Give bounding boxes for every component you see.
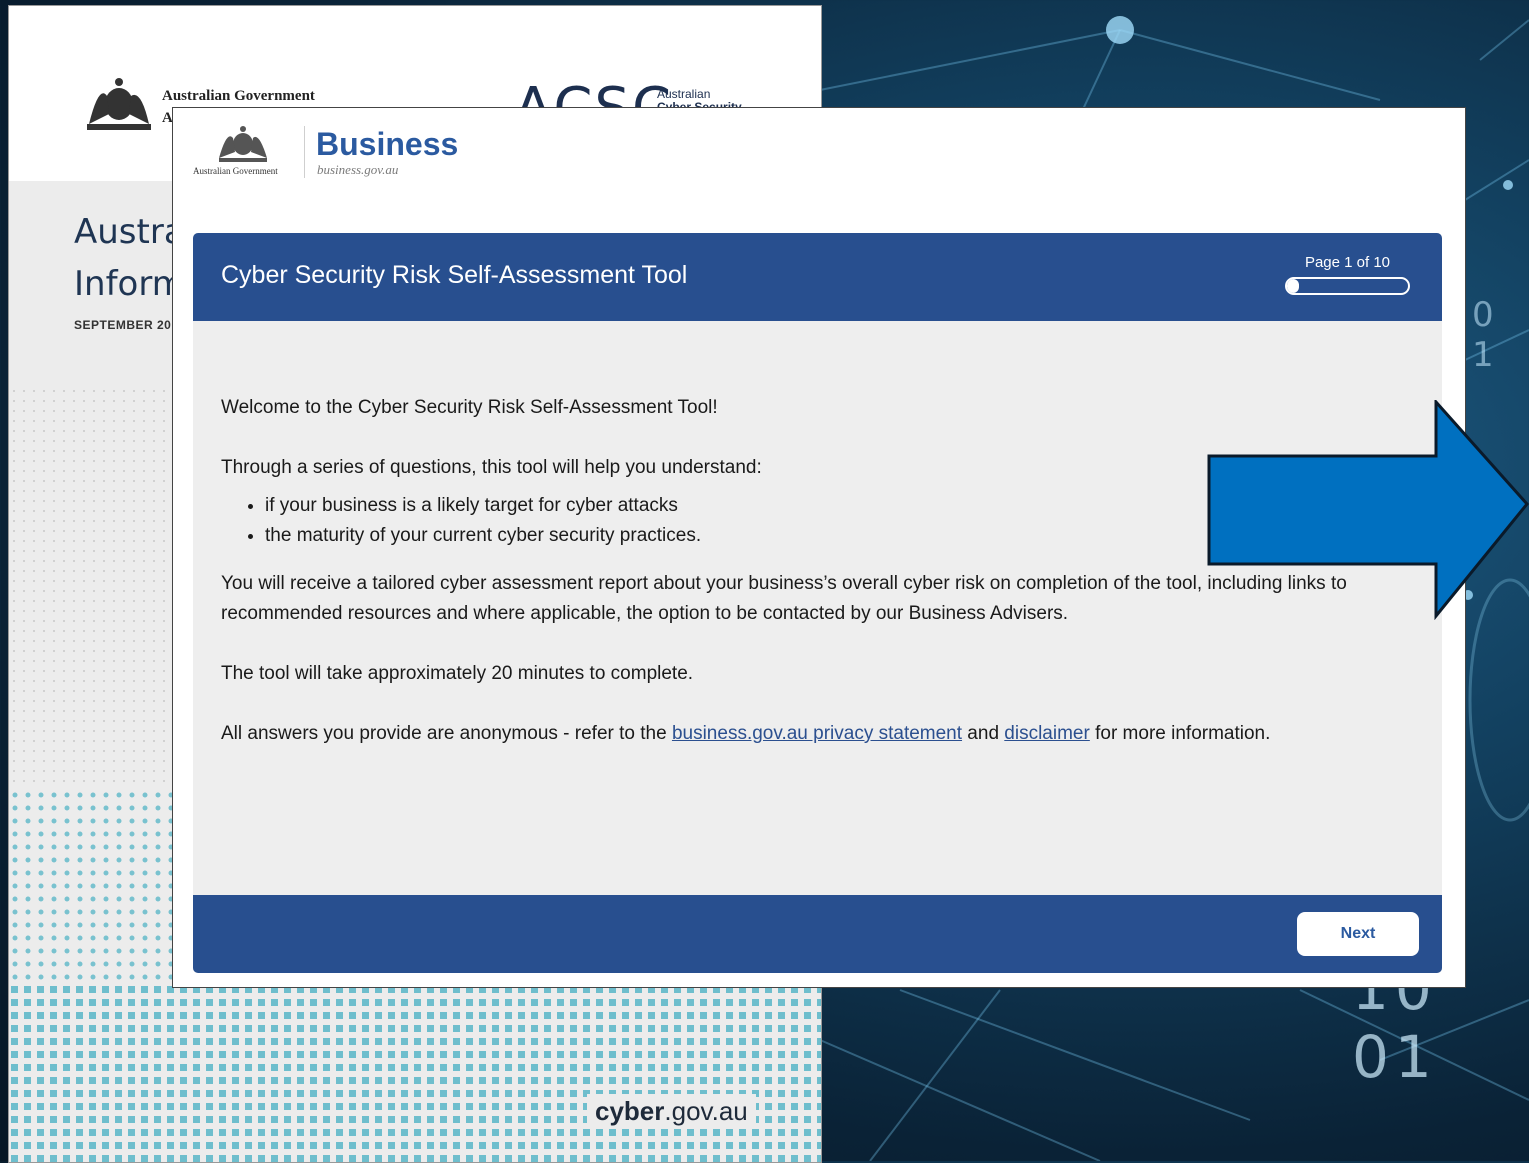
document-gov-label: Australian Government [162, 88, 315, 104]
coat-of-arms-small-icon [219, 126, 267, 162]
privacy-statement-link[interactable]: business.gov.au privacy statement [672, 723, 962, 744]
background-digits-top: 0 1 [1472, 295, 1500, 375]
cyber-logo-domain: .gov.au [664, 1096, 748, 1126]
right-arrow-icon [1207, 400, 1529, 620]
brand-divider [304, 126, 305, 178]
brand-gov-label: Australian Government [193, 166, 278, 176]
document-title: Austra Inform [74, 206, 185, 310]
page-progress: Page 1 of 10 [1285, 254, 1410, 295]
document-title-line1: Austra [74, 212, 185, 252]
privacy-suffix: for more information. [1089, 723, 1271, 744]
progress-bar-fill [1287, 279, 1300, 293]
document-title-line2: Inform [74, 264, 185, 304]
business-gov-logo: Australian Government Business business.… [193, 122, 493, 186]
cyber-gov-logo: cyber.gov.au [587, 1094, 756, 1129]
brand-url: business.gov.au [317, 162, 399, 177]
privacy-text: All answers you provide are anonymous - … [221, 719, 1421, 749]
tool-title: Cyber Security Risk Self-Assessment Tool [221, 261, 688, 289]
brand-wordmark: Business [316, 126, 459, 162]
duration-text: The tool will take approximately 20 minu… [221, 663, 694, 684]
page-indicator: Page 1 of 10 [1304, 254, 1391, 271]
tool-footer: Next [193, 895, 1442, 973]
disclaimer-link[interactable]: disclaimer [1004, 723, 1090, 744]
next-button[interactable]: Next [1297, 912, 1419, 956]
cyber-logo-bold: cyber [595, 1096, 665, 1126]
privacy-and: and [962, 723, 1005, 744]
privacy-prefix: All answers you provide are anonymous - … [221, 723, 672, 744]
coat-of-arms-icon [87, 78, 151, 130]
tool-header: Cyber Security Risk Self-Assessment Tool… [193, 233, 1442, 321]
progress-bar [1285, 277, 1410, 295]
document-date: SEPTEMBER 2019 [74, 318, 186, 332]
